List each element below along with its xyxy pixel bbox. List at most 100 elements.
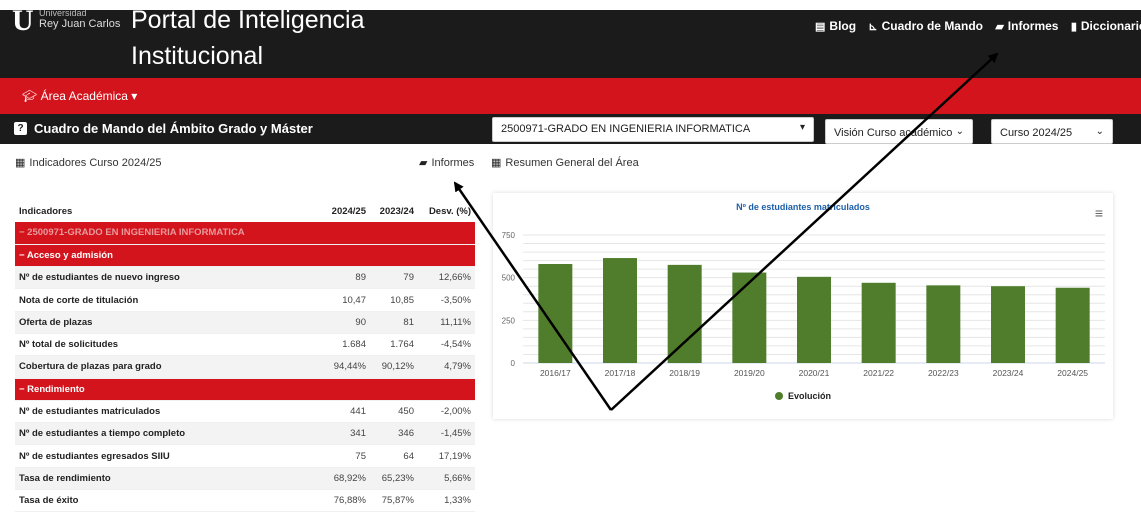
reports-link[interactable]: ▰ Informes — [419, 156, 474, 169]
table-icon: ▦ — [15, 157, 26, 169]
bar-2020-21[interactable] — [797, 276, 831, 363]
value-2024-25: 341 — [325, 422, 370, 446]
value-2023-24: 75,87% — [370, 489, 418, 512]
bar-2018-19[interactable] — [667, 264, 702, 363]
area-bar: 🎓︎ Área Académica ▾ — [0, 78, 1141, 114]
col-header-2024-25[interactable]: 2024/25 — [325, 200, 370, 222]
value-2024-25: 94,44% — [325, 355, 370, 379]
indicators-tab[interactable]: ▦ Indicadores Curso 2024/25 — [15, 156, 162, 169]
indicator-name[interactable]: Tasa de éxito — [15, 489, 325, 512]
bar-2022-23[interactable] — [926, 285, 961, 363]
table-row: Nota de corte de titulación 10,47 10,85 -3,… — [15, 288, 475, 312]
value-2024-25: 10,47 — [325, 288, 370, 312]
reports-label: Informes — [431, 157, 475, 169]
col-header-indicadores[interactable]: Indicadores — [15, 200, 325, 222]
folder-open-icon: ▰ — [419, 157, 428, 169]
chevron-down-icon: ⌄ — [955, 126, 964, 137]
table-group-row: − Rendimiento — [15, 378, 475, 401]
x-tick-label: 2016/17 — [540, 368, 571, 378]
indicator-name[interactable]: Nº de estudiantes a tiempo completo — [15, 422, 325, 446]
top-nav: ▤ Blog ⊾ Cuadro de Mando ▰ Informes ▮ Diccio… — [815, 19, 1141, 33]
col-header-2023-24[interactable]: 2023/24 — [370, 200, 418, 222]
bar-2021-22[interactable] — [861, 282, 896, 363]
table-row: Nº de estudiantes matriculados 441 450 -2,0… — [15, 400, 475, 424]
value-2023-24: 65,23% — [370, 467, 418, 491]
bar-2024-25[interactable] — [1055, 287, 1090, 363]
deviation-value: -1,45% — [418, 422, 475, 446]
table-row: Nº de estudiantes a tiempo completo 341 34… — [15, 422, 475, 446]
x-tick-label: 2024/25 — [1057, 368, 1088, 378]
nav-informes[interactable]: ▰ Informes — [995, 19, 1058, 33]
view-select[interactable]: Visión Curso académico ⌄ — [825, 119, 973, 144]
col-header-desviacion[interactable]: Desv. (%) — [418, 200, 475, 222]
university-name-line1: Universidad — [39, 10, 87, 18]
value-2024-25: 1.684 — [325, 333, 370, 357]
course-select[interactable]: Curso 2024/25 ⌄ — [991, 119, 1113, 144]
chart-title: Nº de estudiantes matriculados — [736, 202, 870, 212]
nav-diccionario[interactable]: ▮ Diccionario — [1071, 19, 1141, 33]
book-icon: ▮ — [1070, 21, 1077, 33]
university-logo[interactable]: U — [12, 10, 34, 38]
indicator-name[interactable]: Cobertura de plazas para grado — [15, 355, 325, 379]
x-tick-label: 2019/20 — [734, 368, 765, 378]
value-2023-24: 10,85 — [370, 288, 418, 312]
group-toggle[interactable]: − Acceso y admisión — [15, 244, 475, 268]
x-tick-label: 2020/21 — [799, 368, 830, 378]
value-2023-24: 450 — [370, 400, 418, 424]
enrolled-students-chart: 0 250 500 750 2016/17 2017/18 2018/19 2019/20 20… — [493, 193, 1113, 419]
chevron-down-icon: ⌄ — [1095, 126, 1104, 137]
table-row: Nº de estudiantes egresados SIIU 75 64 17,1… — [15, 444, 475, 468]
area-academica-dropdown[interactable]: 🎓︎ Área Académica ▾ — [22, 89, 137, 103]
deviation-value: -4,54% — [418, 333, 475, 357]
table-row: Oferta de plazas 90 81 11,11% — [15, 311, 475, 334]
indicator-name[interactable]: Nº de estudiantes matriculados — [15, 400, 325, 424]
bar-2019-20[interactable] — [732, 272, 767, 363]
x-tick-label: 2021/22 — [863, 368, 894, 378]
bar-2017-18[interactable] — [603, 258, 637, 363]
dashboard-grid-icon: ▦ — [491, 157, 502, 169]
degree-select-value: 2500971-GRADO EN INGENIERIA INFORMATICA — [501, 123, 751, 135]
x-tick-label: 2018/19 — [669, 368, 700, 378]
deviation-value: -3,50% — [418, 288, 475, 312]
indicator-name[interactable]: Tasa de rendimiento — [15, 467, 325, 491]
university-name-line2: Rey Juan Carlos — [39, 18, 121, 30]
group-toggle[interactable]: − Rendimiento — [15, 378, 475, 401]
table-header-row: Indicadores 2024/25 2023/24 Desv. (%) — [15, 200, 475, 222]
portal-title[interactable]: Portal de Inteligencia Institucional — [131, 10, 431, 74]
degree-select[interactable]: 2500971-GRADO EN INGENIERIA INFORMATICA … — [492, 117, 814, 142]
table-body: − 2500971-GRADO EN INGENIERIA INFORMATIC… — [15, 222, 475, 512]
table-row: Tasa de éxito 76,88% 75,87% 1,33% — [15, 489, 475, 512]
question-icon[interactable]: ? — [14, 122, 27, 135]
value-2023-24: 79 — [370, 266, 418, 290]
chart-menu-icon[interactable]: ≡ — [1095, 205, 1103, 221]
indicators-label: Indicadores Curso 2024/25 — [29, 157, 162, 169]
deviation-value: 12,66% — [418, 266, 475, 290]
table-row: Cobertura de plazas para grado 94,44% 90,1… — [15, 355, 475, 379]
indicator-name[interactable]: Oferta de plazas — [15, 311, 325, 334]
newspaper-icon: ▤ — [815, 21, 826, 33]
summary-link[interactable]: ▦ Resumen General del Área — [491, 156, 639, 169]
value-2023-24: 81 — [370, 311, 418, 334]
indicator-name[interactable]: Nº de estudiantes egresados SIIU — [15, 444, 325, 468]
area-academica-label: Área Académica ▾ — [40, 89, 138, 103]
nav-blog[interactable]: ▤ Blog — [815, 19, 856, 33]
bar-2016-17[interactable] — [538, 264, 573, 363]
value-2024-25: 441 — [325, 400, 370, 424]
indicator-name[interactable]: Nº de estudiantes de nuevo ingreso — [15, 266, 325, 290]
value-2024-25: 68,92% — [325, 467, 370, 491]
group-toggle[interactable]: − 2500971-GRADO EN INGENIERIA INFORMATIC… — [15, 222, 475, 245]
value-2024-25: 76,88% — [325, 489, 370, 512]
course-select-value: Curso 2024/25 — [1000, 127, 1073, 139]
area-chart-icon: ⊾ — [868, 21, 878, 33]
value-2023-24: 346 — [370, 422, 418, 446]
indicator-name[interactable]: Nota de corte de titulación — [15, 288, 325, 312]
table-row: Tasa de rendimiento 68,92% 65,23% 5,66% — [15, 467, 475, 491]
x-tick-label: 2017/18 — [605, 368, 636, 378]
value-2024-25: 75 — [325, 444, 370, 468]
summary-label: Resumen General del Área — [505, 157, 639, 169]
nav-cuadro-de-mando[interactable]: ⊾ Cuadro de Mando — [868, 19, 983, 33]
chart-legend[interactable]: Evolución — [493, 391, 1113, 401]
indicator-name[interactable]: Nº total de solicitudes — [15, 333, 325, 357]
nav-blog-label: Blog — [829, 19, 857, 33]
bar-2023-24[interactable] — [991, 286, 1025, 363]
